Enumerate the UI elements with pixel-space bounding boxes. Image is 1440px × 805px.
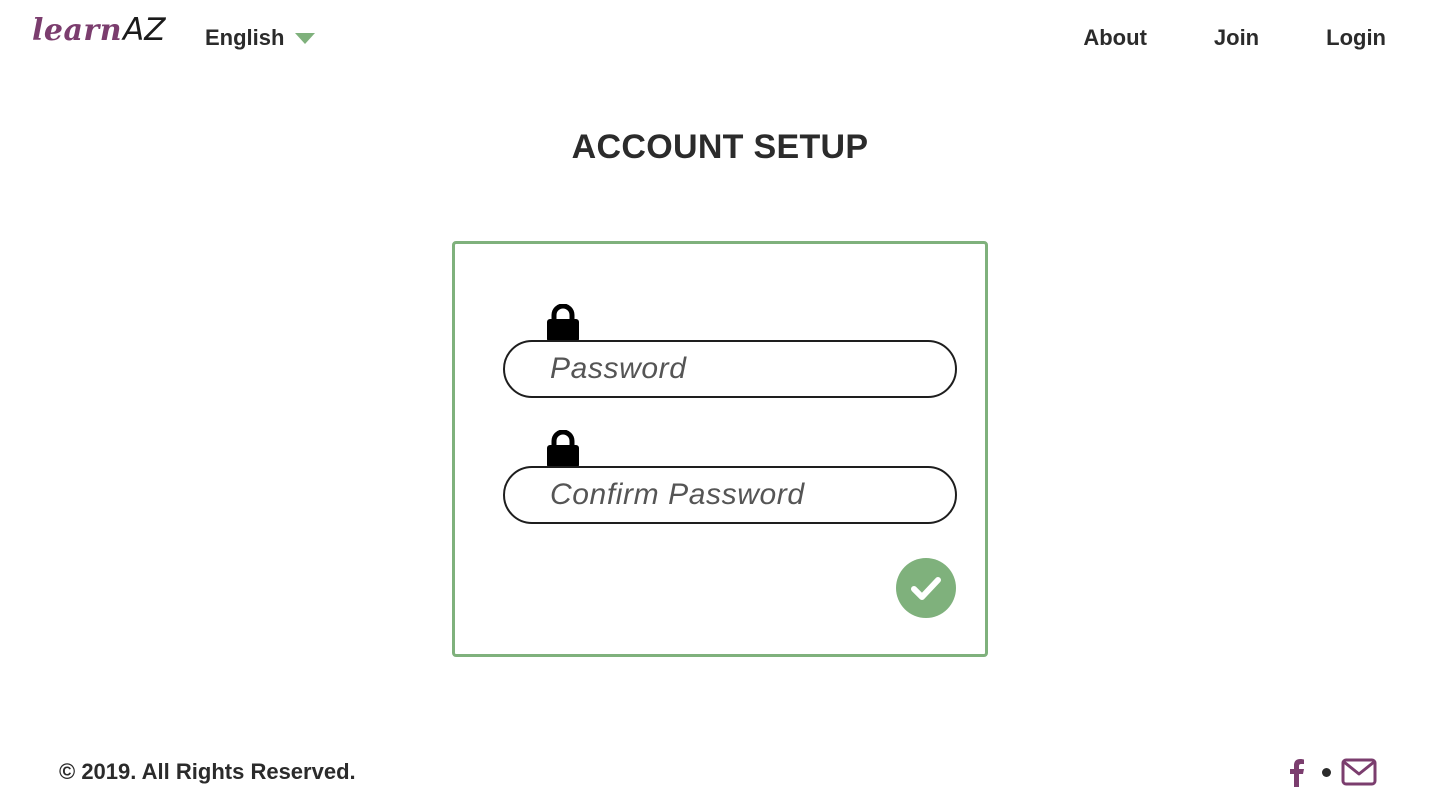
logo-learn-text: learn [32,13,123,48]
lock-icon [547,304,579,342]
nav-link-login[interactable]: Login [1326,22,1386,54]
logo-az-text: AZ [123,12,166,48]
top-bar: learn AZ English About Join Login [0,0,1440,80]
facebook-icon [1290,759,1304,787]
page-title: ACCOUNT SETUP [571,128,869,166]
email-link[interactable] [1341,757,1377,787]
password-input[interactable] [503,340,957,398]
confirm-password-input[interactable] [503,466,957,524]
nav-link-join[interactable]: Join [1214,22,1259,54]
nav-link-about[interactable]: About [1083,22,1147,54]
check-icon [911,577,941,600]
language-selected-value: English [205,25,285,50]
account-setup-form [452,241,988,657]
lock-icon [547,430,579,468]
account-setup-page: learn AZ English About Join Login ACCOUN… [0,0,1440,805]
facebook-link[interactable] [1284,757,1310,787]
copyright-text: © 2019. All Rights Reserved. [59,759,356,784]
language-dropdown[interactable]: English [205,22,316,54]
main-nav: About Join Login [1083,22,1386,54]
separator-dot [1322,767,1331,777]
submit-button[interactable] [896,558,956,618]
caret-down-icon [295,32,316,44]
logo[interactable]: learn AZ [32,12,166,52]
social-links [1284,756,1377,788]
email-icon [1341,758,1377,786]
